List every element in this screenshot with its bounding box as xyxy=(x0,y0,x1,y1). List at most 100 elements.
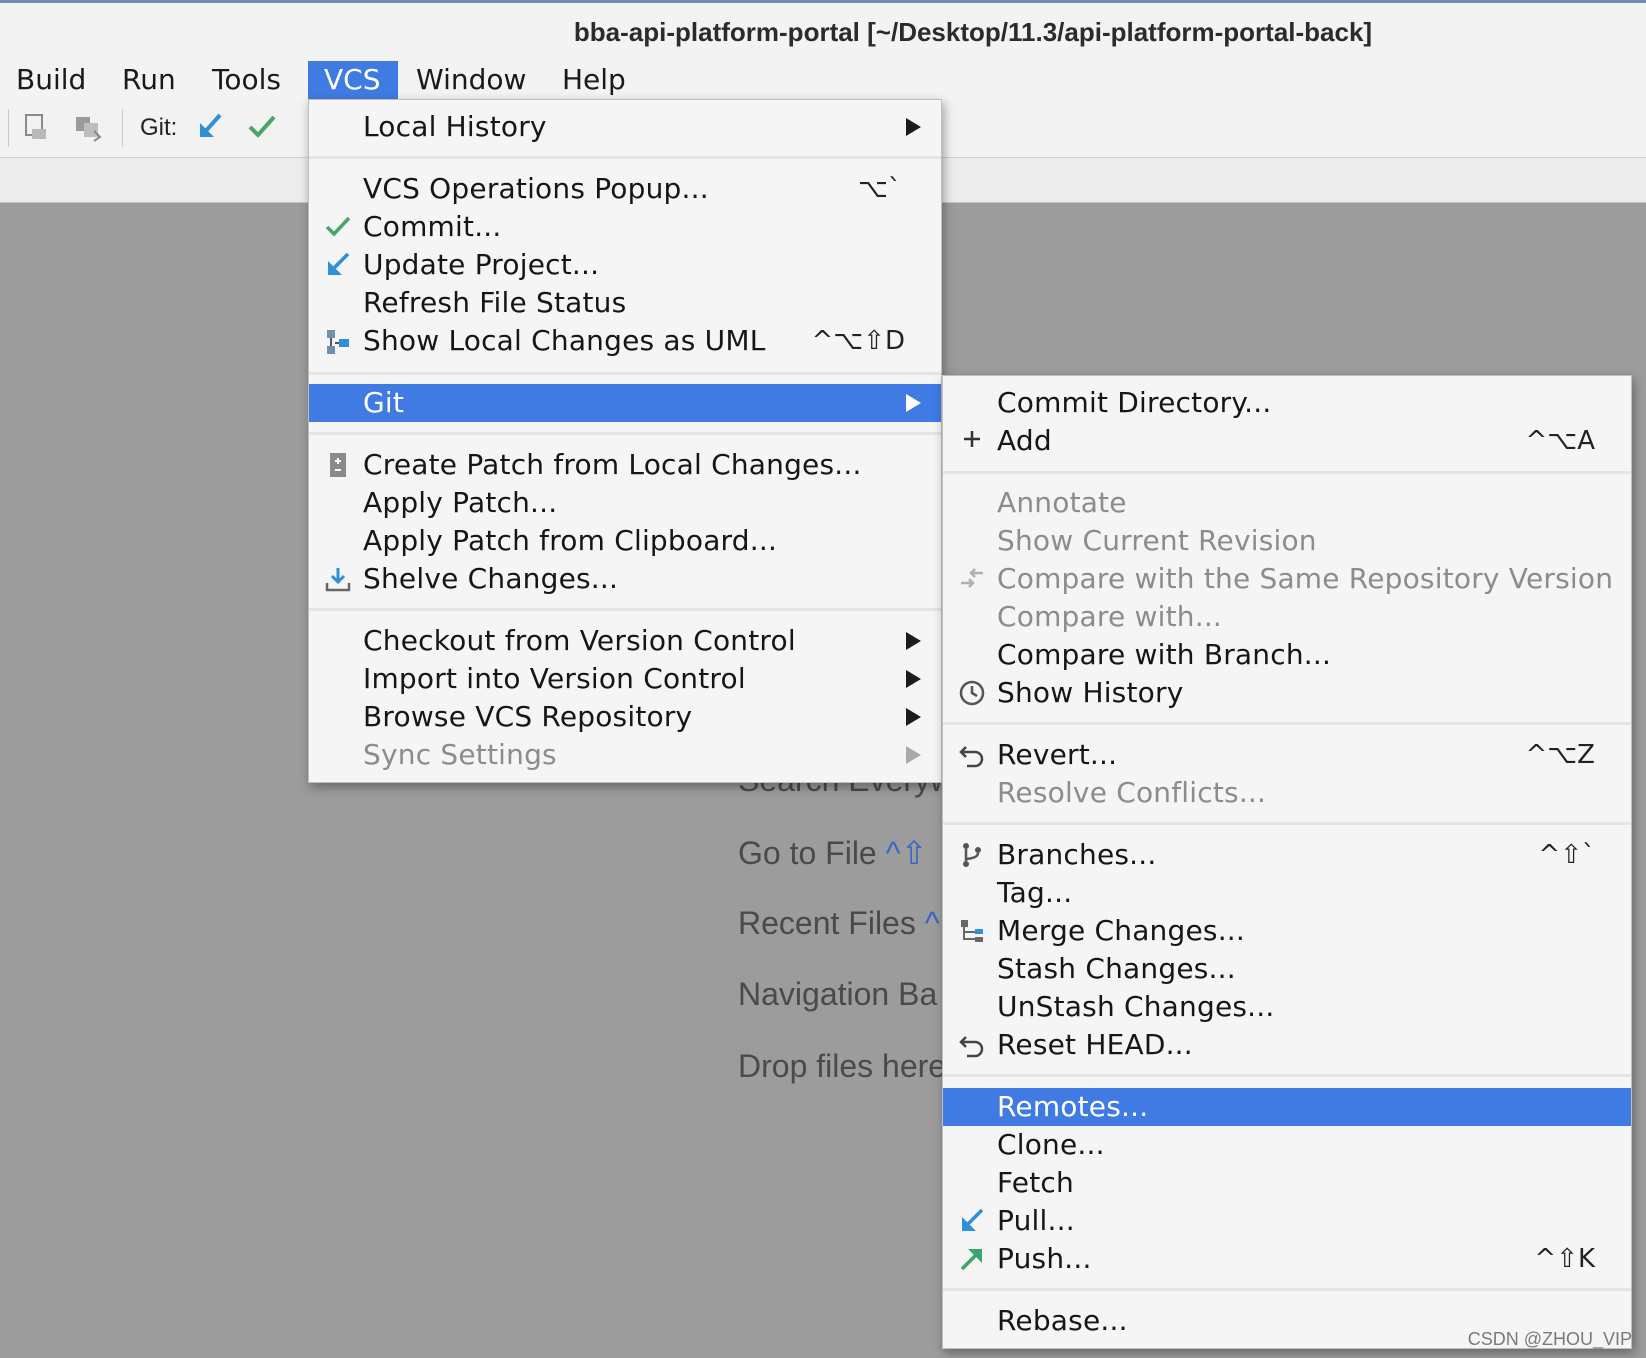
menu-separator xyxy=(309,432,941,435)
compare-arrows-icon xyxy=(957,565,987,593)
menu-item-add[interactable]: Add ^⌥A xyxy=(943,422,1631,460)
shelve-icon xyxy=(323,565,353,593)
menu-separator xyxy=(943,1288,1631,1291)
menu-item-label: Checkout from Version Control xyxy=(363,624,796,657)
menu-item-checkout[interactable]: Checkout from Version Control xyxy=(309,622,941,660)
pull-arrow-icon xyxy=(957,1207,987,1235)
menu-separator xyxy=(309,372,941,375)
menu-item-tag[interactable]: Tag... xyxy=(943,874,1631,912)
menu-item-push[interactable]: Push... ^⇧K xyxy=(943,1240,1631,1278)
menu-item-label: Apply Patch... xyxy=(363,486,558,519)
menu-item-label: Add xyxy=(997,424,1052,457)
menu-item-apply-patch-clipboard[interactable]: Apply Patch from Clipboard... xyxy=(309,522,941,560)
plus-icon xyxy=(957,427,987,455)
menu-item-label: Show Current Revision xyxy=(997,524,1317,557)
menu-item-label: Create Patch from Local Changes... xyxy=(363,448,862,481)
toolbar-separator xyxy=(122,109,123,147)
menu-item-label: Branches... xyxy=(997,838,1157,871)
menu-item-show-local-changes-uml[interactable]: Show Local Changes as UML ^⌥⇧D xyxy=(309,322,941,360)
menu-item-compare-with-branch[interactable]: Compare with Branch... xyxy=(943,636,1631,674)
sync-icon[interactable] xyxy=(22,111,52,145)
menu-item-label: Show Local Changes as UML xyxy=(363,324,766,357)
menu-item-update-project[interactable]: Update Project... xyxy=(309,246,941,284)
menu-tools[interactable]: Tools xyxy=(196,61,297,99)
menu-item-compare-same-repo[interactable]: Compare with the Same Repository Version xyxy=(943,560,1631,598)
menu-item-create-patch[interactable]: Create Patch from Local Changes... xyxy=(309,446,941,484)
menu-item-clone[interactable]: Clone... xyxy=(943,1126,1631,1164)
menu-item-label: Import into Version Control xyxy=(363,662,746,695)
menu-separator xyxy=(309,156,941,159)
menu-item-show-history[interactable]: Show History xyxy=(943,674,1631,712)
menu-item-commit-directory[interactable]: Commit Directory... xyxy=(943,384,1631,422)
menu-item-browse-repo[interactable]: Browse VCS Repository xyxy=(309,698,941,736)
revert-icon xyxy=(957,741,987,769)
menu-item-label: UnStash Changes... xyxy=(997,990,1275,1023)
update-arrow-icon xyxy=(323,251,353,279)
menu-item-label: Commit Directory... xyxy=(997,386,1272,419)
menu-window[interactable]: Window xyxy=(400,61,542,99)
menu-item-shortcut: ^⌥A xyxy=(1525,426,1595,456)
menu-item-branches[interactable]: Branches... ^⇧` xyxy=(943,836,1631,874)
menu-item-label: Shelve Changes... xyxy=(363,562,619,595)
menu-item-label: Pull... xyxy=(997,1204,1075,1237)
menu-item-label: Reset HEAD... xyxy=(997,1028,1193,1061)
menu-item-merge-changes[interactable]: Merge Changes... xyxy=(943,912,1631,950)
menu-item-reset-head[interactable]: Reset HEAD... xyxy=(943,1026,1631,1064)
menu-item-label: Refresh File Status xyxy=(363,286,627,319)
menu-item-commit[interactable]: Commit... xyxy=(309,208,941,246)
submenu-arrow-icon xyxy=(906,708,921,726)
submenu-arrow-icon xyxy=(906,394,921,412)
menu-item-compare-with[interactable]: Compare with... xyxy=(943,598,1631,636)
menu-item-git[interactable]: Git xyxy=(309,384,941,422)
commit-icon[interactable] xyxy=(246,111,278,145)
update-project-icon[interactable] xyxy=(196,111,226,145)
menu-item-shortcut: ^⇧` xyxy=(1538,840,1595,870)
menu-item-refresh-file-status[interactable]: Refresh File Status xyxy=(309,284,941,322)
menu-item-pull[interactable]: Pull... xyxy=(943,1202,1631,1240)
menu-item-import[interactable]: Import into Version Control xyxy=(309,660,941,698)
menu-item-fetch[interactable]: Fetch xyxy=(943,1164,1631,1202)
menu-item-local-history[interactable]: Local History xyxy=(309,108,941,146)
menu-item-stash-changes[interactable]: Stash Changes... xyxy=(943,950,1631,988)
menu-help[interactable]: Help xyxy=(546,61,642,99)
menu-item-label: Remotes... xyxy=(997,1090,1149,1123)
menu-item-label: Compare with Branch... xyxy=(997,638,1332,671)
menu-item-label: Push... xyxy=(997,1242,1092,1275)
uml-diagram-icon xyxy=(323,327,353,355)
menu-item-label: Merge Changes... xyxy=(997,914,1245,947)
menu-item-shelve-changes[interactable]: Shelve Changes... xyxy=(309,560,941,598)
menu-item-sync-settings[interactable]: Sync Settings xyxy=(309,736,941,774)
push-arrow-icon xyxy=(957,1245,987,1273)
submenu-arrow-icon xyxy=(906,670,921,688)
menu-item-label: Sync Settings xyxy=(363,738,557,771)
menu-item-label: Local History xyxy=(363,110,547,143)
menu-run[interactable]: Run xyxy=(106,61,192,99)
vcs-menu: Local History VCS Operations Popup... ⌥`… xyxy=(308,99,942,783)
menu-build[interactable]: Build xyxy=(0,61,102,99)
deploy-icon[interactable] xyxy=(72,111,106,145)
menu-item-remotes[interactable]: Remotes... xyxy=(943,1088,1631,1126)
menu-item-apply-patch[interactable]: Apply Patch... xyxy=(309,484,941,522)
menu-item-resolve-conflicts[interactable]: Resolve Conflicts... xyxy=(943,774,1631,812)
submenu-arrow-icon xyxy=(906,746,921,764)
hint-recent-files: Recent Files ^ xyxy=(738,905,940,942)
menu-item-label: Browse VCS Repository xyxy=(363,700,693,733)
hint-recent-files-keys: ^ xyxy=(924,905,940,941)
git-submenu: Commit Directory... Add ^⌥A Annotate Sho… xyxy=(942,375,1632,1349)
menu-item-annotate[interactable]: Annotate xyxy=(943,484,1631,522)
checkmark-icon xyxy=(323,213,353,241)
menu-item-unstash-changes[interactable]: UnStash Changes... xyxy=(943,988,1631,1026)
menu-separator xyxy=(943,1074,1631,1077)
menu-item-show-current-revision[interactable]: Show Current Revision xyxy=(943,522,1631,560)
merge-icon xyxy=(957,917,987,945)
menu-item-revert[interactable]: Revert... ^⌥Z xyxy=(943,736,1631,774)
menu-vcs[interactable]: VCS xyxy=(308,61,398,99)
menu-item-label: Stash Changes... xyxy=(997,952,1236,985)
menu-item-label: Show History xyxy=(997,676,1184,709)
menu-separator xyxy=(309,608,941,611)
menu-item-label: Rebase... xyxy=(997,1304,1128,1337)
submenu-arrow-icon xyxy=(906,632,921,650)
menu-item-label: Clone... xyxy=(997,1128,1105,1161)
menu-item-vcs-operations-popup[interactable]: VCS Operations Popup... ⌥` xyxy=(309,170,941,208)
hint-go-to-file: Go to File ^⇧ xyxy=(738,834,927,872)
